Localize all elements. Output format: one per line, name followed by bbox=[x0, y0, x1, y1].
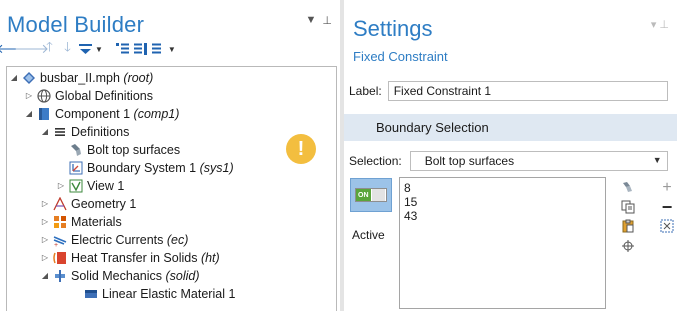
label-field[interactable]: Fixed Constraint 1 bbox=[387, 81, 668, 101]
tree-item-heat-transfer[interactable]: ▷ Heat Transfer in Solids (ht) bbox=[40, 249, 220, 266]
materials-icon bbox=[53, 215, 67, 229]
settings-subtitle: Fixed Constraint bbox=[353, 49, 448, 64]
toggle-switch-icon: ON bbox=[355, 188, 387, 202]
collapsed-triangle-icon[interactable]: ▷ bbox=[56, 181, 66, 190]
dropdown-arrow-icon: ▼ bbox=[652, 155, 662, 165]
section-title: Boundary Selection bbox=[376, 120, 489, 135]
settings-panel: Settings ▾ ⊥ Fixed Constraint Label: Fix… bbox=[344, 0, 677, 311]
geometry-icon bbox=[53, 196, 67, 211]
tree-item-root[interactable]: ◢ busbar_II.mph (root) bbox=[9, 69, 153, 86]
tree-item-linear-elastic-material[interactable]: Linear Elastic Material 1 bbox=[84, 285, 235, 302]
tree-item-component-1[interactable]: ◢ Component 1 (comp1) bbox=[24, 105, 179, 122]
heat-transfer-icon bbox=[53, 251, 67, 265]
tree-item-bolt-top-surfaces[interactable]: Bolt top surfaces bbox=[69, 141, 180, 158]
tree-item-global-definitions[interactable]: ▷ Global Definitions bbox=[24, 87, 153, 104]
paste-selection-icon[interactable] bbox=[620, 180, 636, 196]
selection-dropdown[interactable]: Bolt top surfaces ▼ bbox=[409, 151, 668, 171]
clear-selection-icon[interactable] bbox=[659, 218, 675, 234]
clipboard-icon[interactable] bbox=[620, 218, 636, 234]
collapsed-triangle-icon[interactable]: ▷ bbox=[40, 253, 50, 262]
selection-value: Bolt top surfaces bbox=[424, 154, 515, 168]
list-item[interactable]: 8 bbox=[400, 181, 605, 195]
selection-row: Selection: Bolt top surfaces ▼ bbox=[349, 150, 677, 172]
active-label: Active bbox=[352, 228, 385, 242]
label-row: Label: Fixed Constraint 1 bbox=[349, 80, 677, 102]
panel-controls: ▼ ⊥ bbox=[306, 14, 332, 27]
model-builder-title: Model Builder bbox=[7, 12, 145, 37]
collapsed-triangle-icon[interactable]: ▷ bbox=[40, 235, 50, 244]
expanded-triangle-icon[interactable]: ◢ bbox=[40, 127, 50, 136]
tree-item-solid-mechanics[interactable]: ◢ Solid Mechanics (solid) bbox=[40, 267, 200, 284]
tree-item-view-1[interactable]: ▷ View 1 bbox=[56, 177, 124, 194]
tree-options-icon[interactable] bbox=[151, 41, 166, 57]
view-icon bbox=[69, 179, 83, 193]
globe-icon bbox=[37, 88, 51, 103]
svg-text:+: + bbox=[54, 242, 58, 247]
show-icon[interactable] bbox=[78, 41, 93, 57]
boundary-selection-section[interactable]: Boundary Selection bbox=[344, 114, 677, 141]
remove-icon[interactable]: − bbox=[659, 197, 675, 217]
forward-arrow-icon[interactable]: 🡒 bbox=[14, 41, 49, 57]
move-up-icon[interactable]: 🡑 bbox=[42, 39, 57, 57]
tree-item-definitions[interactable]: ◢ Definitions bbox=[40, 123, 129, 140]
expanded-triangle-icon[interactable]: ◢ bbox=[24, 109, 34, 118]
electric-currents-icon: + bbox=[53, 233, 67, 247]
list-item[interactable]: 15 bbox=[400, 195, 605, 209]
label-caption: Label: bbox=[349, 84, 382, 98]
active-toggle-button[interactable]: ON bbox=[350, 178, 392, 212]
selection-list[interactable]: 8 15 43 bbox=[399, 177, 606, 309]
settings-title: Settings bbox=[353, 16, 433, 41]
list-item[interactable]: 43 bbox=[400, 209, 605, 223]
selection-caption: Selection: bbox=[349, 154, 402, 168]
settings-menu-icon[interactable]: ▾ ⊥ bbox=[651, 18, 669, 31]
expanded-triangle-icon[interactable]: ◢ bbox=[40, 271, 50, 280]
selection-icon bbox=[69, 143, 83, 157]
component-icon bbox=[37, 107, 51, 121]
expand-all-icon[interactable] bbox=[133, 41, 148, 57]
root-diamond-icon bbox=[22, 71, 36, 85]
move-down-icon[interactable]: 🡓 bbox=[60, 39, 75, 57]
copy-selection-icon[interactable] bbox=[620, 199, 636, 215]
model-builder-toolbar: 🡐 🡒 🡑 🡓 ▼ ▼ bbox=[0, 39, 176, 58]
collapse-all-icon[interactable] bbox=[115, 41, 130, 57]
solid-mechanics-icon bbox=[53, 269, 67, 283]
coordinate-system-icon bbox=[69, 161, 83, 175]
model-builder-panel: Model Builder ▼ ⊥ 🡐 🡒 🡑 🡓 ▼ ▼ ◢ busbar_I… bbox=[0, 0, 340, 311]
tree-item-electric-currents[interactable]: ▷ + Electric Currents (ec) bbox=[40, 231, 188, 248]
model-tree: ◢ busbar_II.mph (root) ▷ Global Definiti… bbox=[6, 66, 337, 311]
tree-item-materials[interactable]: ▷ Materials bbox=[40, 213, 122, 230]
definitions-icon bbox=[53, 125, 67, 139]
tree-item-boundary-system-1[interactable]: Boundary System 1 (sys1) bbox=[69, 159, 234, 176]
show-dropdown-icon[interactable]: ▼ bbox=[95, 45, 103, 54]
zoom-to-selection-icon[interactable] bbox=[620, 238, 636, 254]
collapsed-triangle-icon[interactable]: ▷ bbox=[24, 91, 34, 100]
warning-icon[interactable]: ! bbox=[286, 134, 316, 164]
tree-item-geometry-1[interactable]: ▷ Geometry 1 bbox=[40, 195, 136, 212]
view-menu-icon[interactable]: ▼ bbox=[306, 14, 317, 27]
expanded-triangle-icon[interactable]: ◢ bbox=[9, 73, 19, 82]
tree-options-dropdown-icon[interactable]: ▼ bbox=[168, 45, 176, 54]
collapsed-triangle-icon[interactable]: ▷ bbox=[40, 199, 50, 208]
linear-elastic-icon bbox=[84, 287, 98, 301]
pin-icon[interactable]: ⊥ bbox=[322, 14, 332, 27]
add-icon[interactable]: + bbox=[659, 179, 675, 196]
collapsed-triangle-icon[interactable]: ▷ bbox=[40, 217, 50, 226]
